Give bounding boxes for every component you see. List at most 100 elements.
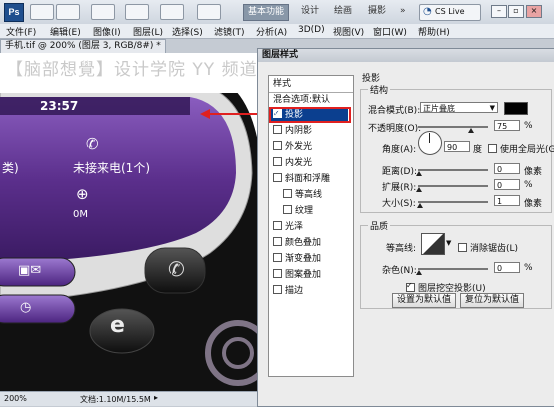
opacity-input[interactable]: 75 [494,120,520,131]
left-partial-text: 类) [2,161,19,175]
menu-3d[interactable]: 3D(D) [298,25,325,35]
opacity-slider[interactable] [418,126,488,128]
checkbox[interactable] [273,253,282,262]
menu-file[interactable]: 文件(F) [6,25,36,38]
spread-unit: % [524,180,533,190]
style-item-texture[interactable]: 纹理 [283,205,313,218]
blend-options-item[interactable]: 混合选项:默认 [273,94,330,107]
checkbox[interactable] [273,173,282,182]
hand-tool-icon[interactable] [125,4,149,20]
checkbox[interactable] [283,189,292,198]
checkbox[interactable] [273,221,282,230]
checkbox[interactable] [273,285,282,294]
size-slider-thumb[interactable] [417,203,423,208]
workspace-design-button[interactable]: 设计 [297,4,323,19]
blend-mode-select[interactable]: 正片叠底 ▼ [420,102,498,113]
checkbox[interactable] [273,141,282,150]
checkbox[interactable] [273,269,282,278]
zoom-level-icon[interactable] [91,4,115,20]
checkbox[interactable] [283,205,292,214]
distance-slider-thumb[interactable] [416,171,422,176]
menu-select[interactable]: 选择(S) [172,25,203,38]
menu-bar: 文件(F) 编辑(E) 图像(I) 图层(L) 选择(S) 滤镜(T) 分析(A… [0,24,554,39]
distance-label: 距离(D): [382,167,417,177]
arrange-documents-icon[interactable] [160,4,184,20]
cs-live-button[interactable]: ◔ CS Live [419,4,481,21]
data-usage-text: 0M [73,209,88,220]
minibridge-icon[interactable] [56,4,80,20]
style-item-color-overlay[interactable]: 颜色叠加 [273,237,321,250]
antialias-checkbox[interactable] [458,243,467,252]
menu-image[interactable]: 图像(I) [93,25,121,38]
workspace-photography-button[interactable]: 摄影 [364,4,390,19]
style-item-bevel-emboss[interactable]: 斜面和浮雕 [273,173,330,186]
noise-slider[interactable] [418,268,488,270]
blend-mode-value: 正片叠底 [423,104,455,113]
workspace-painting-button[interactable]: 绘画 [330,4,356,19]
minimize-button[interactable]: – [491,5,507,18]
contour-label: 等高线: [386,244,417,254]
menu-analysis[interactable]: 分析(A) [256,25,287,38]
style-item-gradient-overlay[interactable]: 渐变叠加 [273,253,321,266]
distance-input[interactable]: 0 [494,163,520,174]
checkbox[interactable] [273,125,282,134]
make-default-button[interactable]: 设置为默认值 [392,293,456,308]
style-item-pattern-overlay[interactable]: 图案叠加 [273,269,321,282]
shadow-color-swatch[interactable] [504,102,528,115]
style-item-outer-glow[interactable]: 外发光 [273,141,312,154]
noise-input[interactable]: 0 [494,262,520,273]
status-bar: 200% 文档:1.10M/15.5M ▸ [0,391,263,406]
antialias-option[interactable]: 消除锯齿(L) [458,241,518,254]
spread-input[interactable]: 0 [494,179,520,190]
photoshop-logo: Ps [4,3,24,22]
size-slider[interactable] [418,201,488,203]
style-item-contour[interactable]: 等高线 [283,189,322,202]
screen-mode-icon[interactable] [197,4,221,20]
checkbox[interactable] [273,157,282,166]
spread-slider-thumb[interactable] [416,187,422,192]
style-item-inner-shadow[interactable]: 内阴影 [273,125,312,138]
size-input[interactable]: 1 [494,195,520,206]
global-light-option[interactable]: 使用全局光(G) [488,142,554,155]
style-item-label: 等高线 [295,190,323,200]
style-item-label: 内发光 [285,158,313,168]
blend-mode-label: 混合模式(B): [368,106,421,116]
angle-dial[interactable] [418,131,442,155]
spread-slider[interactable] [418,185,488,187]
style-item-satin[interactable]: 光泽 [273,221,303,234]
cs-live-label: CS Live [435,7,465,16]
zoom-field[interactable]: 200% [4,394,27,403]
distance-slider[interactable] [418,169,488,171]
noise-slider-thumb[interactable] [416,270,422,275]
workspace-essentials-button[interactable]: 基本功能 [243,4,290,21]
global-light-checkbox[interactable] [488,144,497,153]
menu-help[interactable]: 帮助(H) [418,25,450,38]
checkbox[interactable] [273,237,282,246]
style-item-drop-shadow[interactable]: ✓投影 [273,107,303,122]
close-button[interactable]: × [526,5,542,18]
style-item-stroke[interactable]: 描边 [273,285,303,298]
knockout-checkbox[interactable]: ✓ [406,281,415,292]
more-workspaces-button[interactable]: » [396,4,410,19]
clock-text: 23:57 [40,99,79,113]
drop-shadow-checkbox[interactable]: ✓ [273,107,282,120]
document-tab[interactable]: 手机.tif @ 200% (图层 3, RGB/8#) * × [0,39,166,64]
menu-window[interactable]: 窗口(W) [373,25,407,38]
opacity-slider-thumb[interactable] [468,128,474,133]
styles-header[interactable]: 样式 [273,78,291,91]
style-item-label: 斜面和浮雕 [285,174,331,184]
maximize-button[interactable]: ▫ [508,5,524,18]
chevron-down-icon[interactable]: ▼ [446,239,451,247]
menu-filter[interactable]: 滤镜(T) [214,25,245,38]
reset-default-button[interactable]: 复位为默认值 [460,293,524,308]
bridge-icon[interactable] [30,4,54,20]
global-light-label: 使用全局光(G) [500,145,554,155]
document-canvas[interactable]: 【脑部想覺】设计学院 YY 频道 ID：80101 23:57 类) ✆ 未接来… [0,53,263,391]
menu-edit[interactable]: 编辑(E) [50,25,81,38]
status-arrow-icon[interactable]: ▸ [154,393,158,402]
contour-picker[interactable] [421,233,445,255]
style-item-inner-glow[interactable]: 内发光 [273,157,312,170]
angle-input[interactable]: 90 [444,141,470,152]
menu-view[interactable]: 视图(V) [333,25,364,38]
menu-layer[interactable]: 图层(L) [133,25,163,38]
